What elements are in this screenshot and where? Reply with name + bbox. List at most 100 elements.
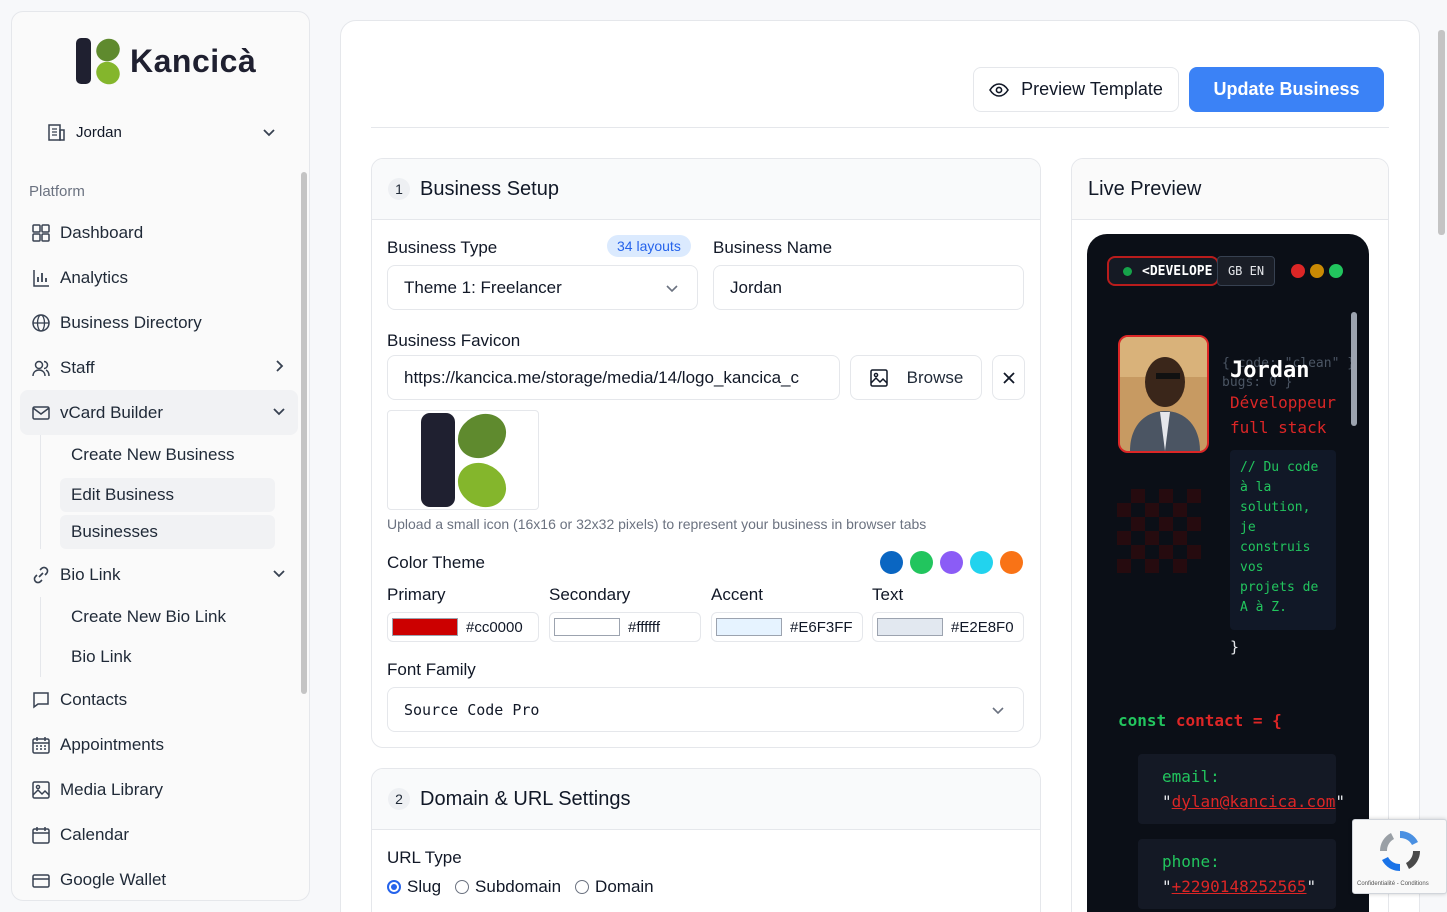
sidebar-item-label: Bio Link — [60, 564, 121, 584]
sidebar-item-business-directory[interactable]: Business Directory — [20, 300, 298, 345]
update-business-button[interactable]: Update Business — [1189, 67, 1384, 112]
radio-slug[interactable] — [387, 880, 401, 894]
bar-chart-icon — [31, 268, 51, 288]
color-swatch-box[interactable] — [716, 618, 782, 636]
phone-link[interactable]: +2290148252565 — [1172, 877, 1307, 896]
layouts-badge: 34 layouts — [607, 235, 691, 257]
business-type-select[interactable]: Theme 1: Freelancer — [387, 265, 698, 310]
color-swatch-box[interactable] — [392, 618, 458, 636]
submenu-create-new-business[interactable]: Create New Business — [60, 435, 275, 475]
domain-settings-card: 2 Domain & URL Settings URL Type Slug Su… — [371, 768, 1041, 912]
preview-scrollbar[interactable] — [1351, 312, 1357, 426]
submenu-businesses[interactable]: Businesses — [60, 515, 275, 549]
email-key: email: — [1162, 767, 1220, 786]
sidebar-item-dashboard[interactable]: Dashboard — [20, 210, 298, 255]
preview-template-button[interactable]: Preview Template — [973, 67, 1179, 112]
business-favicon-label: Business Favicon — [387, 331, 521, 350]
sidebar-item-analytics[interactable]: Analytics — [20, 255, 298, 300]
phone-preview[interactable]: <DEVELOPE GB EN { code: "clean" } bugs: … — [1087, 234, 1369, 912]
main-panel: Preview Template Update Business 1 Busin… — [340, 20, 1420, 912]
calendar-grid-icon — [31, 735, 51, 755]
font-family-select[interactable]: Source Code Pro — [387, 687, 1024, 732]
theme-swatch[interactable] — [1000, 551, 1023, 574]
sidebar-item-label: Calendar — [60, 824, 129, 844]
color-hex: #ffffff — [628, 618, 660, 636]
color-hex: #cc0000 — [466, 618, 523, 636]
recaptcha-icon — [1379, 830, 1421, 872]
color-swatch-box[interactable] — [877, 618, 943, 636]
submenu-create-new-bio-link[interactable]: Create New Bio Link — [60, 597, 275, 637]
business-selector[interactable]: Jordan — [46, 119, 276, 145]
favicon-preview — [387, 410, 539, 510]
primary-color-field[interactable]: #cc0000 — [387, 612, 539, 642]
submenu-bio-link[interactable]: Bio Link — [60, 637, 275, 677]
text-color-field[interactable]: #E2E8F0 — [872, 612, 1024, 642]
sidebar-item-appointments[interactable]: Appointments — [20, 722, 298, 767]
vcard-submenu: Create New Business Edit Business Busine… — [40, 435, 298, 549]
sidebar-item-vcard-builder[interactable]: vCard Builder — [20, 390, 298, 435]
chevron-right-icon — [276, 360, 284, 372]
dot-green — [1329, 264, 1343, 278]
color-swatch-box[interactable] — [554, 618, 620, 636]
page-scrollbar[interactable] — [1438, 30, 1445, 235]
business-type-value: Theme 1: Freelancer — [404, 277, 562, 297]
building-icon — [48, 124, 65, 141]
submenu-edit-business[interactable]: Edit Business — [60, 478, 275, 512]
sidebar-item-bio-link[interactable]: Bio Link — [20, 552, 298, 597]
card-header: 2 Domain & URL Settings — [372, 769, 1040, 830]
divider — [371, 127, 1389, 128]
eye-icon — [989, 82, 1010, 97]
sidebar-item-media-library[interactable]: Media Library — [20, 767, 298, 812]
preview-description: // Du code à la solution, je construis v… — [1230, 450, 1336, 630]
sidebar-scrollbar[interactable] — [301, 172, 307, 694]
calendar-icon — [31, 825, 51, 845]
avatar — [1118, 335, 1209, 453]
email-link[interactable]: dylan@kancica.com — [1172, 792, 1336, 811]
sidebar-item-label: Business Directory — [60, 312, 202, 332]
secondary-color-field[interactable]: #ffffff — [549, 612, 701, 642]
clear-favicon-button[interactable] — [992, 355, 1025, 400]
recaptcha-badge[interactable]: Confidentialité - Conditions — [1352, 819, 1447, 894]
sidebar-item-staff[interactable]: Staff — [20, 345, 298, 390]
favicon-url-input[interactable]: https://kancica.me/storage/media/14/logo… — [387, 355, 840, 400]
business-selector-value: Jordan — [76, 123, 122, 141]
favicon-url-value: https://kancica.me/storage/media/14/logo… — [404, 367, 800, 387]
sidebar-item-label: Google Wallet — [60, 869, 167, 889]
business-name-input[interactable]: Jordan — [713, 265, 1024, 310]
color-hex: #E6F3FF — [790, 618, 853, 636]
sidebar-item-calendar[interactable]: Calendar — [20, 812, 298, 857]
const-keyword: const — [1118, 711, 1167, 730]
link-icon — [31, 565, 51, 585]
radio-label: Domain — [595, 877, 654, 896]
browse-button[interactable]: Browse — [850, 355, 982, 400]
secondary-color-label: Secondary — [549, 585, 631, 604]
card-title: Business Setup — [420, 177, 559, 200]
radio-domain[interactable] — [575, 880, 590, 894]
sidebar-item-google-wallet[interactable]: Google Wallet — [20, 857, 298, 900]
theme-swatch[interactable] — [970, 551, 993, 574]
chevron-down-icon — [992, 707, 1004, 715]
pixel-decoration — [1117, 489, 1201, 573]
theme-swatch[interactable] — [910, 551, 933, 574]
card-title: Live Preview — [1088, 177, 1202, 200]
sidebar-item-contacts[interactable]: Contacts — [20, 677, 298, 722]
sidebar-item-label: vCard Builder — [60, 402, 163, 422]
card-header: Live Preview — [1072, 159, 1388, 220]
preview-name: Jordan — [1230, 358, 1310, 383]
wallet-icon — [31, 870, 51, 890]
theme-swatch[interactable] — [880, 551, 903, 574]
accent-color-field[interactable]: #E6F3FF — [711, 612, 863, 642]
closing-brace: } — [1230, 638, 1240, 656]
language-switcher[interactable]: GB EN — [1217, 256, 1275, 286]
const-variable: contact = { — [1175, 711, 1282, 730]
radio-subdomain[interactable] — [455, 880, 470, 894]
kancica-logo-icon — [421, 413, 507, 508]
accent-color-label: Accent — [711, 585, 763, 604]
brand-logo[interactable]: Kancicà — [74, 36, 256, 86]
theme-swatch[interactable] — [940, 551, 963, 574]
radio-label: Subdomain — [475, 877, 562, 896]
image-icon — [31, 780, 51, 800]
url-type-label: URL Type — [387, 848, 462, 867]
recaptcha-text: Confidentialité - Conditions — [1357, 881, 1429, 887]
profile-photo — [1120, 337, 1207, 451]
